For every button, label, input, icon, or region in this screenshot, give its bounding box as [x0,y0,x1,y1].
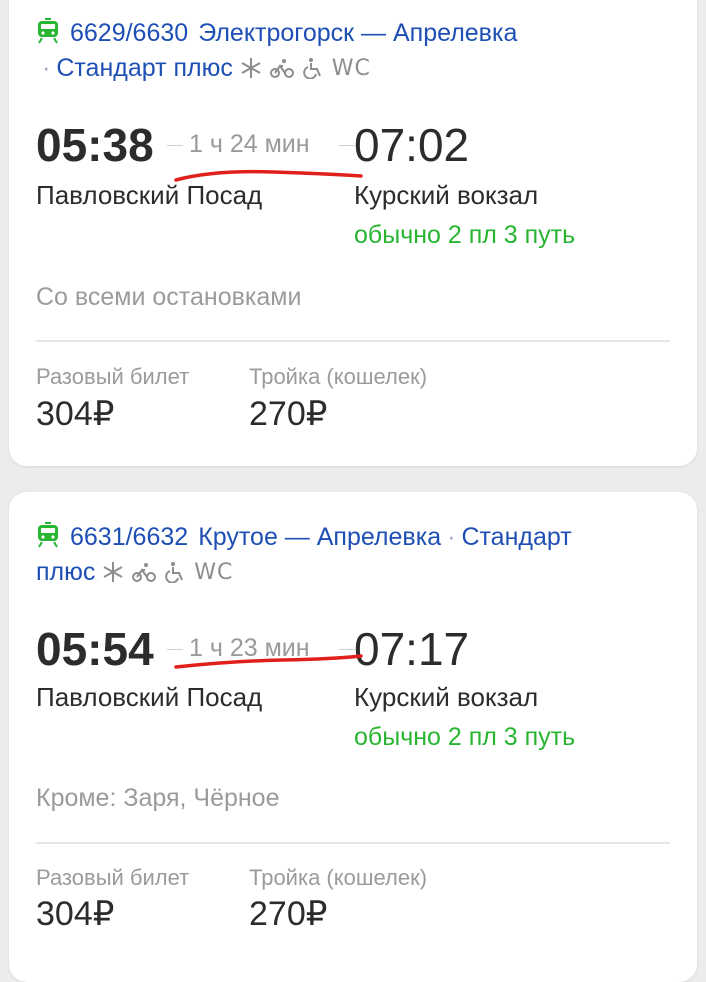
train-category[interactable]: Стандарт плюс [56,54,233,82]
wheelchair-icon [165,562,184,584]
duration-text: 1 ч 24 мин [189,130,310,158]
departure-station: Павловский Посад [36,682,263,712]
duration-line-left [167,145,183,146]
arrival-station: Курский вокзал [354,682,539,712]
separator-dot: · [447,523,456,551]
bicycle-icon [269,59,294,78]
price-single-label: Разовый билет [36,865,190,890]
price-single: 304₽ [36,895,115,933]
departure-time: 05:38 [36,119,154,171]
stops-info: Со всеми остановками [36,283,302,311]
wheelchair-icon [302,58,321,80]
duration-line-right [339,649,355,650]
train-route[interactable]: Электрогорск — Апрелевка [198,19,517,47]
train-number[interactable]: 6631/6632 [70,523,188,551]
handwritten-underline [174,654,363,669]
duration-line-right [339,145,355,146]
duration: 1 ч 24 мин [167,128,357,158]
wc-label: WC [194,560,234,585]
platform-info: обычно 2 пл 3 путь [354,221,576,249]
snowflake-icon [103,562,123,582]
train-card[interactable]: 6631/6632 Крутое — Апрелевка · Стандарт плюс… [9,492,697,982]
train-icon [38,522,58,548]
stops-info: Кроме: Заря, Чёрное [36,784,280,812]
arrival-time: 07:17 [354,623,470,675]
departure-time: 05:54 [36,623,154,675]
price-troika: 270₽ [249,395,328,433]
arrival-station: Курский вокзал [354,180,539,210]
price-single-label: Разовый билет [36,364,190,389]
train-category-cont[interactable]: плюс [36,558,95,586]
wc-label: WC [331,56,371,81]
duration-line-left [167,649,183,650]
train-card[interactable]: 6629/6630 Электрогорск — Апрелевка · Станда… [9,0,697,466]
snowflake-icon [241,58,261,78]
price-troika-label: Тройка (кошелек) [249,865,428,890]
departure-station: Павловский Посад [36,180,263,210]
divider [36,340,670,342]
train-header[interactable]: 6631/6632 Крутое — Апрелевка · Стандарт плюс… [36,520,676,590]
separator-dot: · [42,54,51,82]
train-header[interactable]: 6629/6630 Электрогорск — Апрелевка · Станда… [36,16,676,86]
train-number[interactable]: 6629/6630 [70,19,188,47]
price-troika-label: Тройка (кошелек) [249,364,428,389]
arrival-time: 07:02 [354,119,470,171]
price-troika: 270₽ [249,895,328,933]
platform-info: обычно 2 пл 3 путь [354,723,576,751]
train-category[interactable]: Стандарт [461,523,571,551]
amenities: WC [102,558,233,586]
price-single: 304₽ [36,395,115,433]
train-icon [38,18,58,44]
bicycle-icon [132,563,157,582]
amenities: WC [240,54,371,82]
train-route[interactable]: Крутое — Апрелевка [198,523,441,551]
divider [36,842,670,844]
